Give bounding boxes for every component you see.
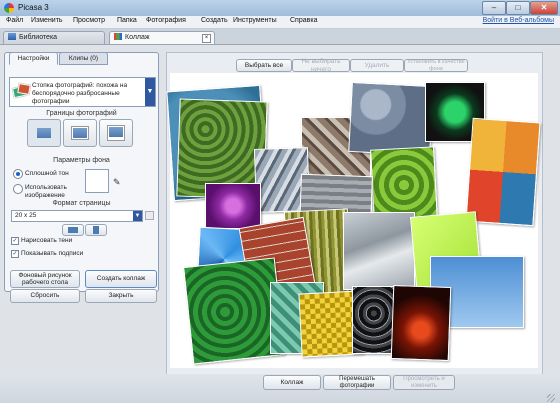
page-format-select[interactable]: 20 x 25 ▼	[11, 210, 143, 222]
border-style-none[interactable]	[27, 119, 61, 147]
collage-photo-tiles-orange[interactable]	[465, 117, 541, 227]
create-collage-button[interactable]: Создать коллаж	[85, 270, 157, 288]
menu-file[interactable]: Файл	[6, 17, 23, 24]
tab-collage[interactable]: Коллаж ×	[109, 31, 215, 44]
menu-tools[interactable]: Инструменты	[233, 17, 277, 24]
menu-bar: Файл Изменить Просмотр Папка Фотография …	[0, 16, 560, 29]
collage-type-label: Стопка фотографий: похожа на беспорядочн…	[32, 82, 128, 105]
landscape-orientation-button[interactable]	[62, 224, 84, 236]
minimize-button[interactable]: –	[482, 1, 506, 15]
photo-thumbnail-icon	[107, 125, 125, 141]
select-all-button[interactable]: Выбрать все	[236, 59, 292, 72]
shuffle-photos-button[interactable]: Перемешать фотографии	[323, 375, 391, 390]
use-image-radio[interactable]	[13, 184, 23, 194]
landscape-icon	[68, 227, 78, 233]
title-bar: Picasa 3 – □ ✕	[0, 0, 560, 17]
portrait-orientation-button[interactable]	[85, 224, 107, 236]
custom-format-checkbox[interactable]	[145, 211, 154, 220]
set-as-background-button[interactable]: Установить в качестве фона	[404, 59, 468, 72]
show-captions-label: Показывать подписи	[21, 250, 84, 257]
draw-shadows-label: Нарисовать тени	[21, 237, 73, 244]
tab-clips[interactable]: Клипы (0)	[59, 52, 108, 65]
close-window-button[interactable]: ✕	[530, 1, 558, 15]
chevron-down-icon[interactable]: ▼	[133, 211, 142, 221]
photo-pile-icon	[12, 83, 31, 99]
collage-photo-metal[interactable]	[343, 212, 415, 290]
show-captions-checkbox[interactable]: ✓	[11, 250, 19, 258]
photo-thumbnail-icon	[71, 126, 89, 140]
collage-view-button[interactable]: Коллаж	[263, 375, 321, 390]
menu-photo[interactable]: Фотография	[146, 17, 186, 24]
border-style-white[interactable]	[63, 119, 97, 147]
page-format-heading: Формат страницы	[52, 200, 111, 207]
collage-photo-lava[interactable]	[390, 285, 452, 361]
tab-library[interactable]: Библиотека	[3, 31, 105, 44]
resize-grip-icon[interactable]	[547, 394, 555, 402]
select-none-button[interactable]: Не выбирать ничего	[292, 58, 350, 73]
collage-photo-purple[interactable]	[205, 183, 261, 229]
menu-create[interactable]: Создать	[201, 17, 228, 24]
menu-edit[interactable]: Изменить	[31, 17, 63, 24]
collage-photo-stones[interactable]	[348, 81, 434, 157]
menu-view[interactable]: Просмотр	[73, 17, 105, 24]
close-button[interactable]: Закрыть	[85, 289, 157, 303]
collage-settings-panel: Настройки Клипы (0) Стопка фотографий: п…	[4, 52, 159, 292]
tab-collage-label: Коллаж	[125, 34, 150, 41]
background-options-heading: Параметры фона	[53, 157, 110, 164]
solid-color-label: Сплошной тон	[25, 170, 69, 177]
solid-color-radio[interactable]	[13, 169, 23, 179]
close-tab-icon[interactable]: ×	[202, 34, 211, 43]
photo-thumbnail-icon	[37, 128, 51, 138]
library-icon	[8, 33, 16, 40]
use-image-label: Использовать изображение	[25, 184, 67, 199]
view-and-edit-button[interactable]: Просмотреть и изменить	[393, 375, 455, 390]
border-style-polaroid[interactable]	[99, 119, 133, 147]
menu-help[interactable]: Справка	[290, 17, 317, 24]
picasa-app-icon	[4, 3, 14, 13]
page-format-value: 20 x 25	[15, 212, 37, 219]
window-title: Picasa 3	[18, 3, 49, 12]
collage-icon	[114, 33, 122, 40]
background-color-swatch[interactable]	[85, 169, 109, 193]
border-style-group	[27, 119, 137, 147]
tab-library-label: Библиотека	[19, 34, 58, 41]
eyedropper-icon[interactable]: ✎	[113, 177, 121, 188]
draw-shadows-checkbox[interactable]: ✓	[11, 237, 19, 245]
photo-borders-heading: Границы фотографий	[46, 110, 117, 117]
tab-settings[interactable]: Настройки	[9, 52, 58, 65]
desktop-background-button[interactable]: Фоновый рисунок рабочего стола	[10, 270, 80, 288]
portrait-icon	[93, 226, 99, 234]
collage-type-select[interactable]: Стопка фотографий: похожа на беспорядочн…	[9, 77, 156, 107]
reset-button[interactable]: Сбросить	[10, 289, 80, 303]
maximize-button[interactable]: □	[506, 1, 530, 15]
menu-folder[interactable]: Папка	[117, 17, 137, 24]
delete-button[interactable]: Удалить	[350, 59, 404, 72]
tabs-bar: Библиотека Коллаж ×	[0, 29, 560, 45]
chevron-down-icon[interactable]: ▼	[145, 78, 155, 106]
signin-web-albums-link[interactable]: Войти в Веб-альбомы	[483, 17, 554, 24]
